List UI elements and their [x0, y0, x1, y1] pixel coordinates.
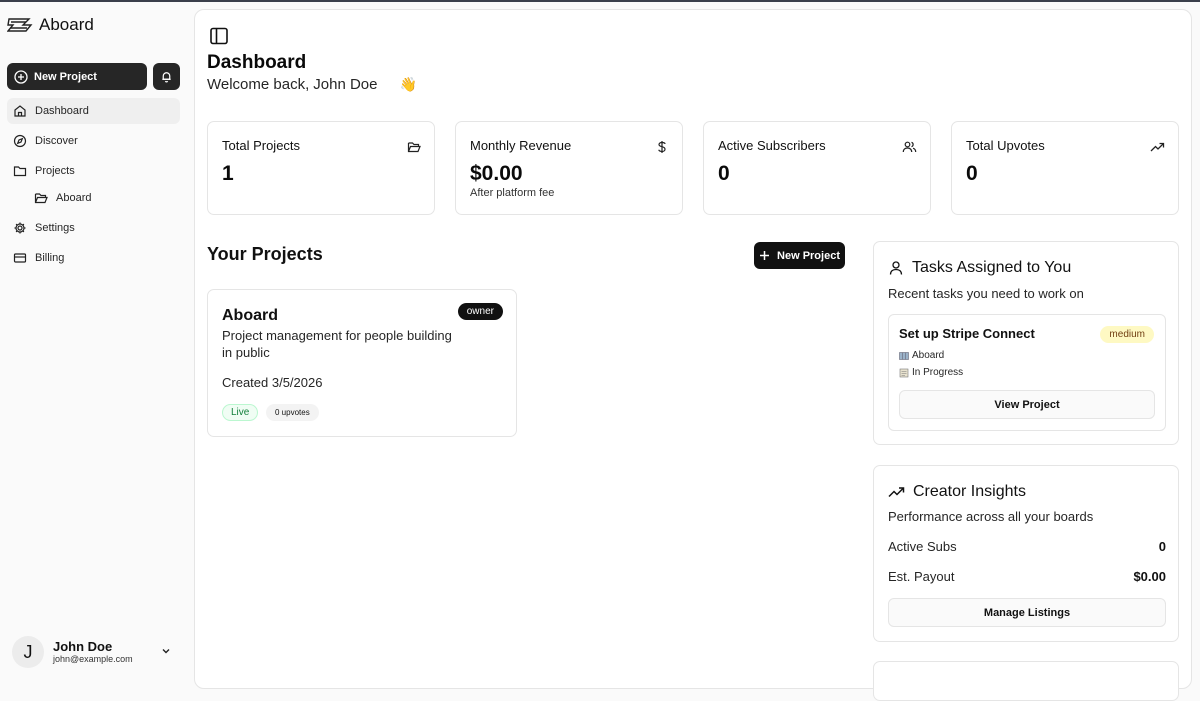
tasks-card-title: Tasks Assigned to You [912, 259, 1072, 276]
insight-row-active-subs: Active Subs 0 [888, 539, 1166, 554]
brand[interactable]: Aboard [7, 15, 94, 35]
sidebar-item-project-aboard[interactable]: Aboard [7, 185, 180, 211]
chevron-down-icon [160, 645, 172, 657]
project-created-date: Created 3/5/2026 [222, 375, 323, 390]
task-project-name: Aboard [912, 350, 945, 361]
sidebar-item-settings[interactable]: Settings [7, 215, 180, 241]
sidebar-item-projects[interactable]: Projects [7, 158, 180, 184]
insight-value: 0 [1158, 539, 1166, 554]
plus-circle-icon [14, 69, 28, 84]
stat-value: 1 [222, 162, 234, 185]
stat-label: Active Subscribers [718, 138, 826, 153]
gear-icon [13, 221, 27, 235]
role-badge: owner [457, 303, 503, 320]
compass-icon [13, 134, 27, 148]
new-project-label: New Project [34, 70, 97, 83]
welcome-message: Welcome back, John Doe 👋 [207, 76, 417, 93]
user-name: John Doe [53, 638, 113, 654]
stat-card-total-projects: Total Projects 1 [207, 121, 435, 215]
sidebar-toggle-icon[interactable] [209, 26, 229, 46]
tasks-card-subtitle: Recent tasks you need to work on [888, 286, 1084, 301]
user-email: john@example.com [53, 653, 133, 664]
brand-name: Aboard [39, 15, 94, 34]
additional-card [873, 661, 1179, 701]
insights-card-title: Creator Insights [913, 483, 1026, 500]
home-icon [13, 104, 27, 118]
welcome-user-name: John Doe [313, 76, 378, 93]
manage-listings-button[interactable]: Manage Listings [888, 598, 1166, 627]
stat-label: Monthly Revenue [470, 138, 572, 153]
user-menu[interactable]: J John Doe john@example.com [12, 635, 182, 669]
insight-label: Active Subs [888, 539, 957, 554]
insight-label: Est. Payout [888, 569, 955, 584]
sidebar-item-label: Billing [35, 252, 65, 264]
folder-open-icon [34, 191, 48, 205]
stat-card-monthly-revenue: Monthly Revenue $0.00 After platform fee [455, 121, 683, 215]
project-description: Project management for people building i… [222, 328, 452, 360]
sidebar-item-dashboard[interactable]: Dashboard [7, 98, 180, 124]
priority-badge: medium [1100, 326, 1154, 343]
avatar: J [12, 636, 44, 668]
user-icon [888, 260, 904, 276]
stat-label: Total Projects [222, 138, 301, 153]
insights-card-subtitle: Performance across all your boards [888, 509, 1094, 524]
upvotes-badge: 0 upvotes [266, 404, 319, 421]
stat-label: Total Upvotes [966, 138, 1045, 153]
new-project-button[interactable]: New Project [7, 63, 147, 90]
stat-value: 0 [718, 162, 730, 185]
sidebar-item-billing[interactable]: Billing [7, 245, 180, 271]
stat-value: 0 [966, 162, 978, 185]
map-icon [899, 351, 909, 361]
folder-open-icon [407, 140, 421, 154]
wave-emoji: 👋 [399, 76, 417, 92]
folder-icon [13, 164, 27, 178]
task-title: Set up Stripe Connect [899, 326, 1035, 341]
creator-insights-card: Creator Insights Performance across all … [873, 465, 1179, 642]
project-name: Aboard [222, 307, 278, 324]
page-title: Dashboard [207, 52, 307, 73]
projects-section-title: Your Projects [207, 244, 323, 264]
insight-row-est-payout: Est. Payout $0.00 [888, 569, 1166, 584]
new-project-label: New Project [777, 249, 840, 262]
status-badge: Live [222, 404, 259, 421]
welcome-prefix: Welcome back, [207, 76, 310, 93]
sidebar-item-label: Settings [35, 222, 75, 234]
bell-icon [160, 70, 173, 83]
view-project-button[interactable]: View Project [899, 390, 1155, 419]
sidebar-item-label: Dashboard [35, 105, 89, 117]
stat-value: $0.00 [470, 162, 523, 185]
notifications-button[interactable] [153, 63, 180, 90]
aboard-logo-icon [7, 16, 33, 34]
insights-card-header: Creator Insights [888, 483, 1026, 501]
users-icon [902, 140, 917, 154]
project-card[interactable]: Aboard owner Project management for peop… [207, 289, 517, 437]
task-item: Set up Stripe Connect medium Aboard In P… [888, 314, 1166, 431]
trending-up-icon [888, 484, 905, 500]
task-status: In Progress [899, 367, 963, 378]
new-project-button-main[interactable]: New Project [754, 242, 845, 269]
tasks-card: Tasks Assigned to You Recent tasks you n… [873, 241, 1179, 445]
stat-card-total-upvotes: Total Upvotes 0 [951, 121, 1179, 215]
notepad-icon [899, 368, 909, 378]
plus-icon [759, 250, 770, 261]
insight-value: $0.00 [1133, 569, 1166, 584]
sidebar-item-label: Aboard [56, 192, 92, 204]
stat-card-active-subscribers: Active Subscribers 0 [703, 121, 931, 215]
stat-sub: After platform fee [470, 187, 555, 199]
sidebar: Aboard New Project Dashboard Discover Pr… [0, 2, 193, 678]
sidebar-item-discover[interactable]: Discover [7, 128, 180, 154]
sidebar-item-label: Projects [35, 165, 75, 177]
dollar-icon [655, 140, 669, 154]
task-status-label: In Progress [912, 367, 964, 378]
tasks-card-header: Tasks Assigned to You [888, 259, 1071, 277]
trending-up-icon [1150, 140, 1165, 154]
credit-card-icon [13, 251, 27, 265]
task-project: Aboard [899, 350, 944, 361]
sidebar-item-label: Discover [35, 135, 78, 147]
